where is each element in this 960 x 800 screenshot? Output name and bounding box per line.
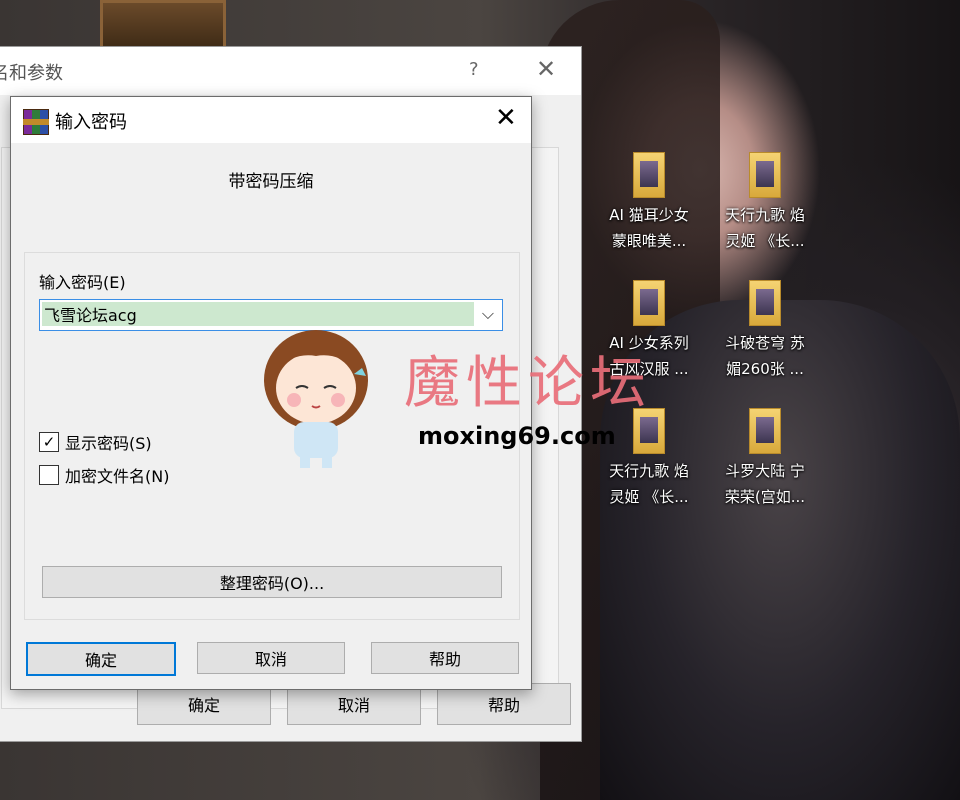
cancel-button[interactable]: 取消 xyxy=(197,642,345,674)
help-question-icon[interactable]: ? xyxy=(469,59,479,80)
password-field-label: 输入密码(E) xyxy=(39,273,126,292)
enter-password-titlebar: 输入密码 ✕ xyxy=(11,97,531,143)
folder-icon xyxy=(749,408,781,454)
encrypt-filenames-checkbox[interactable] xyxy=(39,465,59,485)
watermark-title: 魔性论坛 xyxy=(404,351,652,416)
desktop-folder-icon[interactable]: 天行九歌 焰 灵姬 《长... xyxy=(710,152,820,254)
help-button[interactable]: 帮助 xyxy=(371,642,519,674)
show-password-checkbox[interactable]: ✓ xyxy=(39,432,59,452)
folder-icon xyxy=(749,152,781,198)
desktop-icon-label-line2: 灵姬 《长... xyxy=(725,232,805,250)
desktop-icon-label-line1: AI 猫耳少女 xyxy=(609,206,689,224)
dialog-title: 输入密码 xyxy=(55,112,127,133)
encrypt-filenames-label: 加密文件名(N) xyxy=(65,467,170,486)
folder-icon xyxy=(749,280,781,326)
archive-settings-titlebar: 名和参数 ? ✕ xyxy=(0,47,581,95)
winrar-app-icon xyxy=(23,109,49,135)
watermark-url: moxing69.com xyxy=(418,422,616,450)
desktop-icon-label-line2: 荣荣(宫如... xyxy=(724,488,806,506)
desktop-icon-label-line1: 斗罗大陆 宁 xyxy=(725,462,805,480)
desktop-icon-label-line1: 天行九歌 焰 xyxy=(725,206,805,224)
folder-icon xyxy=(633,152,665,198)
desktop-folder-icon[interactable]: 斗破苍穹 苏 媚260张 ... xyxy=(710,280,820,382)
cartoon-girl-watermark-icon xyxy=(264,330,368,468)
chevron-down-icon[interactable]: ⌵ xyxy=(482,304,494,324)
archive-settings-title: 名和参数 xyxy=(0,63,63,84)
close-icon[interactable]: ✕ xyxy=(536,55,556,83)
show-password-option[interactable]: ✓ 显示密码(S) xyxy=(39,430,152,454)
encrypt-filenames-option[interactable]: 加密文件名(N) xyxy=(39,463,169,487)
manage-passwords-button[interactable]: 整理密码(O)... xyxy=(42,566,502,598)
desktop-folder-icon[interactable]: AI 猫耳少女 蒙眼唯美... xyxy=(594,152,704,254)
dialog-heading: 带密码压缩 xyxy=(228,172,314,192)
show-password-label: 显示密码(S) xyxy=(65,434,152,453)
folder-icon xyxy=(633,280,665,326)
desktop-icon-label-line1: 天行九歌 焰 xyxy=(609,462,689,480)
desktop-icon-label-line1: 斗破苍穹 苏 xyxy=(725,334,805,352)
ok-button[interactable]: 确定 xyxy=(26,642,176,676)
desktop-icon-label-line2: 灵姬 《长... xyxy=(609,488,689,506)
desktop-icon-label-line2: 蒙眼唯美... xyxy=(611,232,687,250)
desktop-icon-label-line2: 媚260张 ... xyxy=(726,360,804,378)
close-icon[interactable]: ✕ xyxy=(495,103,517,133)
desktop-folder-icon[interactable]: 斗罗大陆 宁 荣荣(宫如... xyxy=(710,408,820,510)
